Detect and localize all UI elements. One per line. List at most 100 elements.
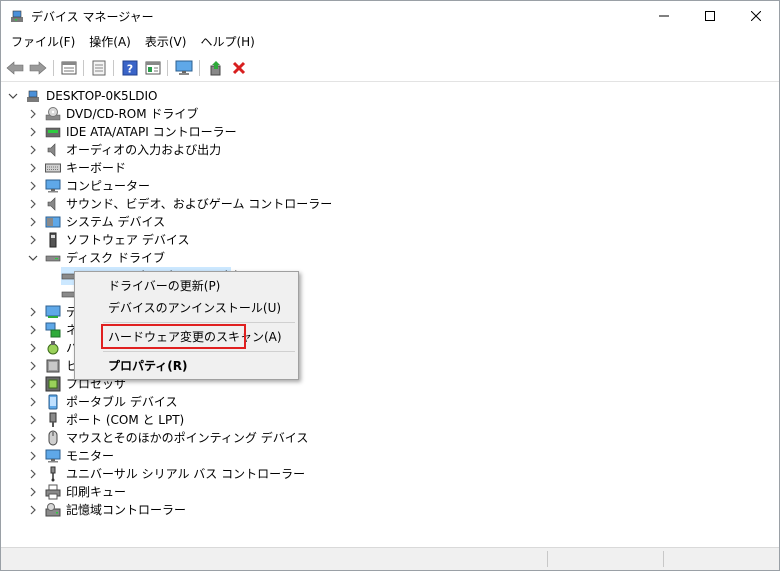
- tree-item-sound[interactable]: サウンド、ビデオ、およびゲーム コントローラー: [27, 195, 332, 213]
- tree-item-label: オーディオの入力および出力: [66, 143, 222, 157]
- chevron-right-icon[interactable]: [27, 321, 39, 339]
- hid-icon: [45, 340, 61, 356]
- chevron-right-icon[interactable]: [27, 303, 39, 321]
- menu-separator: [103, 351, 295, 352]
- system-device-icon: [45, 214, 61, 230]
- forward-button[interactable]: [28, 58, 48, 78]
- status-bar: [1, 547, 779, 570]
- menu-view[interactable]: 表示(V): [139, 31, 193, 53]
- tree-item-portable[interactable]: ポータブル デバイス: [27, 393, 177, 411]
- minimize-button[interactable]: [641, 1, 687, 31]
- maximize-button[interactable]: [687, 1, 733, 31]
- chevron-right-icon[interactable]: [27, 159, 39, 177]
- menu-action[interactable]: 操作(A): [83, 31, 137, 53]
- tree-item-label: ポータブル デバイス: [66, 395, 178, 409]
- menu-bar: ファイル(F) 操作(A) 表示(V) ヘルプ(H): [1, 31, 779, 53]
- tree-root[interactable]: DESKTOP-0K5LDIO: [7, 87, 158, 105]
- chevron-right-icon[interactable]: [27, 123, 39, 141]
- tree-item-ports[interactable]: ポート (COM と LPT): [27, 411, 184, 429]
- uninstall-device-toolbar-button[interactable]: [229, 58, 249, 78]
- chevron-right-icon[interactable]: [27, 177, 39, 195]
- tree-item-label: マウスとそのほかのポインティング デバイス: [66, 431, 309, 445]
- chevron-right-icon[interactable]: [27, 447, 39, 465]
- chevron-right-icon[interactable]: [27, 375, 39, 393]
- tree-item-label: モニター: [66, 449, 115, 463]
- menu-item-uninstall-device[interactable]: デバイスのアンインストール(U): [75, 297, 298, 319]
- chevron-right-icon[interactable]: [27, 141, 39, 159]
- tree-item-display[interactable]: デ: [27, 303, 78, 321]
- chevron-right-icon[interactable]: [27, 195, 39, 213]
- port-icon: [45, 412, 61, 428]
- tree-item-dvd[interactable]: DVD/CD-ROM ドライブ: [27, 105, 198, 123]
- portable-device-icon: [45, 394, 61, 410]
- chevron-right-icon[interactable]: [27, 357, 39, 375]
- monitor-icon: [45, 448, 61, 464]
- enable-device-icon: [210, 61, 221, 76]
- tree-item-label: コンピューター: [66, 179, 151, 193]
- tree-item-disk-drives[interactable]: ディスク ドライブ: [27, 249, 165, 267]
- update-driver-toolbar-button[interactable]: [89, 58, 109, 78]
- usb-icon: [45, 466, 61, 482]
- tree-item-monitor[interactable]: モニター: [27, 447, 114, 465]
- menu-item-update-driver[interactable]: ドライバーの更新(P): [75, 275, 298, 297]
- scan-highlight-box: [101, 324, 246, 349]
- chevron-right-icon[interactable]: [27, 393, 39, 411]
- properties-sheet-icon: [61, 61, 77, 75]
- chevron-right-icon[interactable]: [27, 429, 39, 447]
- tree-item-ide[interactable]: IDE ATA/ATAPI コントローラー: [27, 123, 237, 141]
- tree-item-network[interactable]: ネ: [27, 321, 78, 339]
- back-button[interactable]: [5, 58, 25, 78]
- chevron-right-icon[interactable]: [27, 411, 39, 429]
- network-icon: [45, 322, 61, 338]
- tree-item-mouse[interactable]: マウスとそのほかのポインティング デバイス: [27, 429, 308, 447]
- chevron-right-icon[interactable]: [27, 465, 39, 483]
- mouse-icon: [45, 430, 61, 446]
- tree-item-keyboard[interactable]: キーボード: [27, 159, 126, 177]
- tree-item-storage-controller[interactable]: 記憶域コントローラー: [27, 501, 186, 519]
- monitor-icon: [175, 60, 193, 75]
- tree-item-audio-io[interactable]: オーディオの入力および出力: [27, 141, 221, 159]
- minimize-icon: [659, 15, 669, 17]
- chevron-right-icon[interactable]: [27, 339, 39, 357]
- computer-icon: [45, 178, 61, 194]
- tree-item-label: ポート (COM と LPT): [66, 413, 185, 427]
- menu-file[interactable]: ファイル(F): [5, 31, 81, 53]
- chevron-right-icon[interactable]: [27, 483, 39, 501]
- title-bar[interactable]: デバイス マネージャー: [1, 1, 779, 31]
- status-separator: [547, 551, 548, 567]
- chevron-right-icon[interactable]: [27, 105, 39, 123]
- tree-item-storage[interactable]: ヒ: [27, 357, 78, 375]
- svg-text:?: ?: [127, 63, 133, 76]
- menu-help[interactable]: ヘルプ(H): [194, 31, 260, 53]
- maximize-icon: [705, 11, 715, 21]
- close-button[interactable]: [733, 1, 779, 31]
- enable-device-toolbar-button[interactable]: [206, 58, 226, 78]
- tree-item-print-queue[interactable]: 印刷キュー: [27, 483, 126, 501]
- tree-item-label: キーボード: [66, 161, 127, 175]
- tree-item-label: DVD/CD-ROM ドライブ: [66, 107, 199, 121]
- view-icon: [145, 61, 161, 75]
- tree-item-label: 記憶域コントローラー: [66, 503, 187, 517]
- view-toolbar-button[interactable]: [143, 58, 163, 78]
- scan-toolbar-button[interactable]: [174, 58, 194, 78]
- chevron-right-icon[interactable]: [27, 501, 39, 519]
- display-adapter-icon: [45, 304, 61, 320]
- tree-item-system[interactable]: システム デバイス: [27, 213, 165, 231]
- properties-toolbar-button[interactable]: [59, 58, 79, 78]
- tree-item-hid[interactable]: ハ: [27, 339, 78, 357]
- tree-item-computer[interactable]: コンピューター: [27, 177, 150, 195]
- help-toolbar-button[interactable]: ?: [120, 58, 140, 78]
- chevron-down-icon[interactable]: [7, 87, 19, 105]
- menu-item-properties[interactable]: プロパティ(R): [75, 355, 298, 377]
- printer-icon: [45, 484, 61, 500]
- close-icon: [751, 11, 761, 21]
- chevron-right-icon[interactable]: [27, 213, 39, 231]
- tree-item-label: ソフトウェア デバイス: [66, 233, 190, 247]
- tree-item-usb[interactable]: ユニバーサル シリアル バス コントローラー: [27, 465, 305, 483]
- toolbar-separator: [113, 60, 114, 76]
- chevron-down-icon[interactable]: [27, 249, 39, 267]
- chevron-right-icon[interactable]: [27, 231, 39, 249]
- tree-item-software[interactable]: ソフトウェア デバイス: [27, 231, 189, 249]
- computer-root-icon: [25, 88, 41, 104]
- tree-item-label: ディスク ドライブ: [66, 251, 165, 265]
